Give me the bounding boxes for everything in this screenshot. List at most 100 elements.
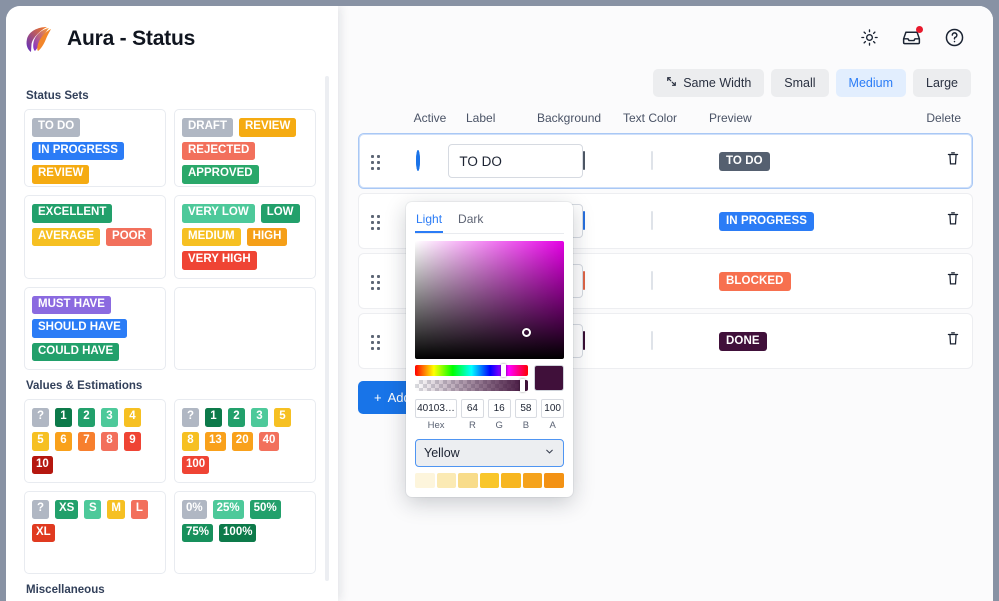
- text-color-swatch[interactable]: [651, 211, 653, 230]
- inbox-icon[interactable]: [901, 27, 922, 53]
- label-input[interactable]: [448, 144, 583, 178]
- status-chip[interactable]: APPROVED: [182, 165, 259, 184]
- value-set-card[interactable]: 0%25%50%75%100%: [174, 491, 316, 574]
- alpha-knob[interactable]: [520, 379, 525, 392]
- status-chip[interactable]: XS: [55, 500, 78, 519]
- status-chip[interactable]: 2: [228, 408, 245, 427]
- status-chip[interactable]: REVIEW: [32, 165, 89, 184]
- theme-toggle-icon[interactable]: [860, 28, 879, 52]
- background-color-swatch[interactable]: [583, 211, 585, 230]
- delete-row-icon[interactable]: [946, 273, 960, 290]
- status-chip[interactable]: 7: [78, 432, 95, 451]
- status-chip[interactable]: IN PROGRESS: [32, 142, 124, 161]
- status-chip[interactable]: 75%: [182, 524, 213, 543]
- status-chip[interactable]: VERY LOW: [182, 204, 255, 223]
- status-chip[interactable]: ?: [32, 500, 49, 519]
- palette-swatch[interactable]: [501, 473, 521, 488]
- saturation-value-area[interactable]: [415, 241, 564, 359]
- status-chip[interactable]: M: [107, 500, 125, 519]
- tab-light[interactable]: Light: [415, 210, 443, 233]
- same-width-button[interactable]: Same Width: [653, 69, 764, 97]
- status-chip[interactable]: 3: [101, 408, 118, 427]
- palette-swatches[interactable]: [415, 473, 564, 488]
- value-set-card[interactable]: ?XSSMLXL: [24, 491, 166, 574]
- active-radio[interactable]: [416, 150, 420, 171]
- status-chip[interactable]: L: [131, 500, 148, 519]
- status-chip[interactable]: 1: [205, 408, 222, 427]
- status-chip[interactable]: COULD HAVE: [32, 343, 119, 362]
- status-chip[interactable]: 5: [274, 408, 291, 427]
- hue-slider[interactable]: [415, 365, 528, 376]
- status-chip[interactable]: ?: [32, 408, 49, 427]
- help-icon[interactable]: [944, 27, 965, 53]
- palette-swatch[interactable]: [415, 473, 435, 488]
- status-chip[interactable]: REVIEW: [239, 118, 296, 137]
- value-set-card[interactable]: ?12358132040100: [174, 399, 316, 483]
- color-picker-popup[interactable]: Light Dark Hex: [406, 202, 573, 497]
- hex-input[interactable]: [415, 399, 457, 418]
- status-set-card[interactable]: VERY LOW LOW MEDIUM HIGH VERY HIGH: [174, 195, 316, 279]
- status-chip[interactable]: TO DO: [32, 118, 80, 137]
- drag-handle-icon[interactable]: [371, 155, 380, 168]
- status-set-card-empty[interactable]: [174, 287, 316, 371]
- status-chip[interactable]: EXCELLENT: [32, 204, 112, 223]
- tab-dark[interactable]: Dark: [457, 210, 484, 233]
- background-color-swatch[interactable]: [583, 271, 585, 290]
- sv-cursor-icon[interactable]: [522, 328, 531, 337]
- status-chip[interactable]: 3: [251, 408, 268, 427]
- status-chip[interactable]: 9: [124, 432, 141, 451]
- status-chip[interactable]: 25%: [213, 500, 244, 519]
- delete-row-icon[interactable]: [946, 153, 960, 170]
- palette-swatch[interactable]: [437, 473, 457, 488]
- status-chip[interactable]: ?: [182, 408, 199, 427]
- red-input[interactable]: [461, 399, 484, 418]
- status-chip[interactable]: 0%: [182, 500, 207, 519]
- palette-select[interactable]: Yellow: [415, 439, 564, 467]
- status-chip[interactable]: HIGH: [247, 228, 288, 247]
- status-chip[interactable]: LOW: [261, 204, 300, 223]
- blue-input[interactable]: [515, 399, 538, 418]
- status-chip[interactable]: 13: [205, 432, 226, 451]
- text-color-swatch[interactable]: [651, 151, 653, 170]
- status-chip[interactable]: MEDIUM: [182, 228, 241, 247]
- palette-swatch[interactable]: [544, 473, 564, 488]
- text-color-swatch[interactable]: [651, 331, 653, 350]
- status-set-card[interactable]: DRAFT REVIEW REJECTED APPROVED: [174, 109, 316, 187]
- status-set-card[interactable]: MUST HAVE SHOULD HAVE COULD HAVE: [24, 287, 166, 371]
- delete-row-icon[interactable]: [946, 213, 960, 230]
- size-option-medium[interactable]: Medium: [836, 69, 906, 97]
- status-chip[interactable]: 40: [259, 432, 280, 451]
- status-chip[interactable]: DRAFT: [182, 118, 233, 137]
- background-color-swatch[interactable]: [583, 331, 585, 350]
- value-set-card[interactable]: ?12345678910: [24, 399, 166, 483]
- status-chip[interactable]: MUST HAVE: [32, 296, 111, 315]
- delete-row-icon[interactable]: [946, 333, 960, 350]
- status-set-card[interactable]: TO DOIN PROGRESSREVIEWBLOCKEDDONE: [24, 109, 166, 187]
- status-chip[interactable]: 1: [55, 408, 72, 427]
- palette-swatch[interactable]: [523, 473, 543, 488]
- status-chip[interactable]: 8: [182, 432, 199, 451]
- status-set-card[interactable]: EXCELLENTAVERAGEPOOR: [24, 195, 166, 279]
- size-option-large[interactable]: Large: [913, 69, 971, 97]
- status-chip[interactable]: REJECTED: [182, 142, 255, 161]
- status-chip[interactable]: SHOULD HAVE: [32, 319, 127, 338]
- palette-swatch[interactable]: [458, 473, 478, 488]
- status-chip[interactable]: 5: [32, 432, 49, 451]
- status-chip[interactable]: 4: [124, 408, 141, 427]
- status-chip[interactable]: 2: [78, 408, 95, 427]
- alpha-input[interactable]: [541, 399, 564, 418]
- status-chip[interactable]: POOR: [106, 228, 152, 247]
- alpha-slider[interactable]: [415, 380, 528, 391]
- status-chip[interactable]: XL: [32, 524, 55, 543]
- table-row[interactable]: TO DO: [358, 133, 973, 189]
- sidebar-scroll-area[interactable]: Status Sets TO DOIN PROGRESSREVIEWBLOCKE…: [6, 72, 338, 601]
- drag-handle-icon[interactable]: [371, 215, 380, 228]
- sidebar-scrollbar[interactable]: [325, 76, 329, 581]
- status-chip[interactable]: 6: [55, 432, 72, 451]
- background-color-swatch[interactable]: [583, 151, 585, 170]
- hue-knob[interactable]: [501, 364, 506, 377]
- status-chip[interactable]: 20: [232, 432, 253, 451]
- status-chip[interactable]: 8: [101, 432, 118, 451]
- status-chip[interactable]: VERY HIGH: [182, 251, 257, 270]
- palette-swatch[interactable]: [480, 473, 500, 488]
